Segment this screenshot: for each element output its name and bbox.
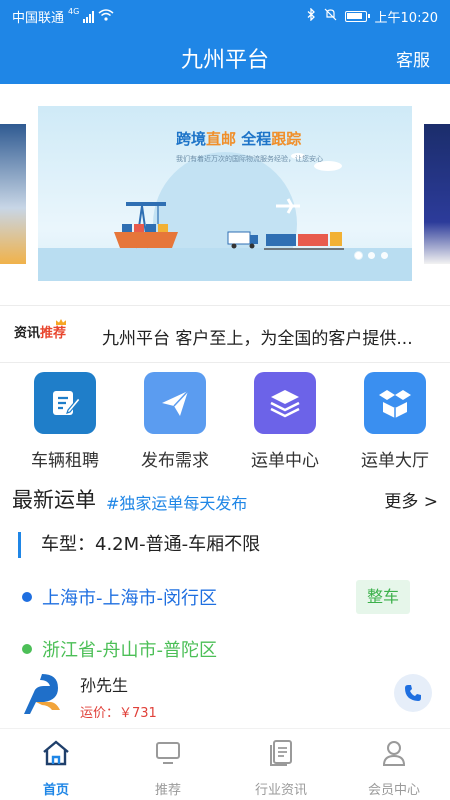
battery-icon — [344, 11, 370, 22]
avatar — [22, 672, 66, 716]
quick-item-publish-demand[interactable]: 发布需求 — [125, 372, 225, 471]
carousel-dot[interactable] — [368, 252, 375, 259]
origin-text: 上海市-上海市-闵行区 — [42, 588, 217, 609]
freight-price: 运价：￥731 — [80, 706, 157, 721]
page-title: 九州平台 — [180, 48, 269, 73]
tab-industry-news[interactable]: 行业资讯 — [225, 737, 337, 798]
destination-text: 浙江省-舟山市-普陀区 — [42, 640, 217, 661]
tab-home[interactable]: 首页 — [0, 737, 112, 798]
quick-item-label: 车辆租聘 — [31, 451, 99, 471]
status-bar: 中国联通 4G 上午10:20 — [0, 0, 450, 30]
section-hashtag[interactable]: #独家运单每天发布 — [106, 490, 247, 514]
quick-item-vehicle-rental[interactable]: 车辆租聘 — [15, 372, 115, 471]
order-origin[interactable]: 上海市-上海市-闵行区 — [22, 584, 217, 610]
user-icon — [338, 737, 450, 769]
quick-item-order-center[interactable]: 运单中心 — [235, 372, 335, 471]
order-car-type: 车型：4.2M-普通-车厢不限 — [18, 532, 260, 558]
order-contact: 孙先生 运价：￥731 — [22, 670, 432, 726]
section-title: 最新运单 — [12, 488, 96, 512]
load-type-badge: 整车 — [356, 580, 410, 614]
carousel-indicator — [355, 252, 388, 259]
tab-label: 首页 — [42, 783, 69, 798]
quick-item-label: 运单大厅 — [361, 451, 429, 471]
order-destination[interactable]: 浙江省-舟山市-普陀区 — [22, 636, 217, 662]
monitor-icon — [112, 737, 224, 769]
latest-orders-header: 最新运单 #独家运单每天发布 更多 > — [0, 482, 450, 516]
banner-subtext: 我们有着近万次的国际物流服务经验，让您安心 — [176, 155, 323, 163]
tab-label: 推荐 — [154, 783, 181, 798]
call-button[interactable] — [394, 674, 432, 712]
bluetooth-icon — [307, 7, 316, 25]
quick-item-order-hall[interactable]: 运单大厅 — [345, 372, 445, 471]
news-headline[interactable]: 九州平台 客户至上，为全国的客户提供... — [102, 324, 413, 349]
carrier-label: 中国联通 — [12, 11, 65, 26]
banner-slide[interactable]: 跨境直邮 全程跟踪 我们有着近万次的国际物流服务经验，让您安心 — [38, 106, 412, 281]
destination-dot-icon — [22, 644, 32, 654]
home-icon — [0, 737, 112, 769]
more-link[interactable]: 更多 > — [384, 487, 438, 512]
crown-icon — [56, 319, 66, 325]
quick-menu: 车辆租聘 发布需求 运单中心 运单大厅 — [0, 368, 450, 478]
layers-icon — [254, 372, 316, 434]
carousel-dot[interactable] — [355, 252, 362, 259]
document-icon — [225, 737, 337, 769]
tab-label: 会员中心 — [367, 783, 420, 798]
news-ticker[interactable]: 资讯推荐 九州平台 客户至上，为全国的客户提供... — [0, 305, 450, 363]
send-icon — [144, 372, 206, 434]
edit-icon — [34, 372, 96, 434]
clock-label: 上午10:20 — [374, 11, 438, 26]
customer-service-button[interactable]: 客服 — [396, 46, 430, 71]
carousel-dot[interactable] — [381, 252, 388, 259]
tab-label: 行业资讯 — [254, 783, 307, 798]
box-icon — [364, 372, 426, 434]
mute-icon — [324, 8, 337, 25]
banner-prev-slide[interactable] — [0, 124, 26, 264]
network-label: 4G — [68, 7, 80, 16]
quick-item-label: 发布需求 — [141, 451, 209, 471]
signal-icon — [83, 10, 95, 23]
top-bar: 中国联通 4G 上午10:20 九州平台 客服 — [0, 0, 450, 84]
app-screen: 中国联通 4G 上午10:20 九州平台 客服 跨境直邮 全程跟踪 我们有着近万… — [0, 0, 450, 800]
wifi-icon — [98, 8, 114, 25]
banner-headline: 跨境直邮 全程跟踪 — [176, 130, 302, 148]
banner-carousel[interactable]: 跨境直邮 全程跟踪 我们有着近万次的国际物流服务经验，让您安心 — [0, 84, 450, 304]
tab-recommend[interactable]: 推荐 — [112, 737, 224, 798]
quick-item-label: 运单中心 — [251, 451, 319, 471]
bottom-tab-bar: 首页 推荐 行业资讯 会员中心 — [0, 728, 450, 800]
contact-name: 孙先生 — [80, 676, 129, 695]
origin-dot-icon — [22, 592, 32, 602]
phone-icon — [405, 685, 421, 701]
tab-member-center[interactable]: 会员中心 — [338, 737, 450, 798]
banner-next-slide[interactable] — [424, 124, 450, 264]
